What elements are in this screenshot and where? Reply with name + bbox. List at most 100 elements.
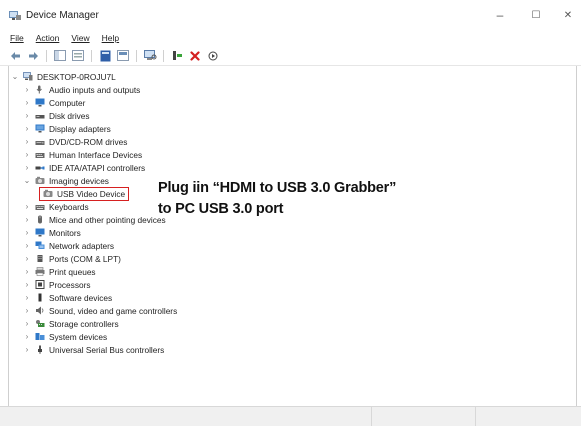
enable-device-button[interactable] [170,49,184,63]
tree-item-keyboards[interactable]: › Keyboards [23,200,89,213]
show-hide-console-tree-icon [54,50,66,61]
tree-item-usb-video-device[interactable]: USB Video Device [38,186,130,201]
tree-item-label: Network adapters [49,240,115,251]
tree-item-label: Software devices [49,292,113,303]
tree-item-ide-controllers[interactable]: › IDE ATA/ATAPI controllers [23,161,146,174]
toolbar-separator [136,49,137,62]
close-button[interactable]: ✕ [556,6,580,24]
menu-view[interactable]: View [71,33,89,43]
status-bar-panel [476,407,581,426]
tree-item-sound-controllers[interactable]: › Sound, video and game controllers [23,304,178,317]
tree-item-software-devices[interactable]: › Software devices [23,291,113,304]
chevron-right-icon[interactable]: › [23,150,31,159]
maximize-icon: ☐ [531,9,541,21]
tree-item-label: Audio inputs and outputs [49,84,141,95]
tree-item-processors[interactable]: › Processors [23,278,91,291]
chevron-right-icon[interactable]: › [23,202,31,211]
software-device-icon [38,293,42,302]
chevron-right-icon[interactable]: › [23,215,31,224]
show-hide-console-tree-button[interactable] [53,49,67,63]
update-driver-button[interactable] [116,49,130,63]
forward-button[interactable] [26,49,40,63]
menu-file[interactable]: File [10,33,24,43]
tree-item-label: System devices [49,331,108,342]
chevron-right-icon[interactable]: › [23,293,31,302]
chevron-right-icon[interactable]: › [23,332,31,341]
back-button[interactable] [8,49,22,63]
toolbar-separator [163,49,164,62]
tree-item-system-devices[interactable]: › System devices [23,330,107,343]
imaging-device-icon [35,176,45,184]
chevron-right-icon[interactable]: › [23,345,31,354]
scan-hardware-button[interactable] [143,49,157,63]
toolbar-separator [46,49,47,62]
chevron-right-icon[interactable]: › [23,163,31,172]
processor-icon [35,280,45,289]
chevron-right-icon[interactable]: › [23,241,31,250]
tree-item-monitors[interactable]: › Monitors [23,226,81,239]
chevron-right-icon[interactable]: › [23,267,31,276]
chevron-right-icon[interactable]: › [23,137,31,146]
forward-arrow-icon [28,51,38,60]
tree-item-mice[interactable]: › Mice and other pointing devices [23,213,166,226]
tree-item-label: Keyboards [49,201,89,212]
chevron-right-icon[interactable]: › [23,319,31,328]
tree-item-dvd-drives[interactable]: › DVD/CD-ROM drives [23,135,128,148]
tree-item-ports[interactable]: › Ports (COM & LPT) [23,252,121,265]
minimize-icon: – [496,8,504,22]
speaker-icon [36,306,44,315]
update-driver-icon [117,50,129,61]
tree-item-display-adapters[interactable]: › Display adapters [23,122,111,135]
disable-device-button[interactable] [206,49,220,63]
hid-icon [35,153,45,158]
tree-item-print-queues[interactable]: › Print queues [23,265,96,278]
tree-root[interactable]: ⌄ DESKTOP-0ROJU7L [11,70,116,83]
chevron-right-icon[interactable]: › [23,280,31,289]
chevron-down-icon[interactable]: ⌄ [23,176,31,185]
device-tree[interactable]: ⌄ DESKTOP-0ROJU7L › Audio inputs and out… [8,66,577,406]
dvd-drive-icon [35,141,45,145]
disable-device-icon [208,51,218,60]
tree-item-audio[interactable]: › Audio inputs and outputs [23,83,141,96]
chevron-right-icon[interactable]: › [23,85,31,94]
close-icon: ✕ [563,9,573,21]
tree-item-imaging-devices[interactable]: ⌄ Imaging devices [23,174,109,187]
monitor-icon [35,98,45,107]
tree-item-human-interface-devices[interactable]: › Human Interface Devices [23,148,143,161]
status-bar [0,406,581,426]
keyboard-icon [35,205,45,210]
tree-item-disk-drives[interactable]: › Disk drives [23,109,90,122]
tree-item-label: Storage controllers [49,318,119,329]
minimize-button[interactable]: – [488,6,512,24]
system-device-icon [35,333,45,340]
disk-drive-icon [35,115,45,119]
tree-item-usb-controllers[interactable]: › Universal Serial Bus controllers [23,343,165,356]
device-manager-window: Device Manager – ☐ ✕ File Action View He… [0,0,581,426]
uninstall-device-button[interactable] [188,49,202,63]
tree-item-computer[interactable]: › Computer [23,96,86,109]
tree-item-network-adapters[interactable]: › Network adapters [23,239,114,252]
tree-item-label: IDE ATA/ATAPI controllers [49,162,146,173]
chevron-right-icon[interactable]: › [23,254,31,263]
chevron-down-icon[interactable]: ⌄ [11,72,19,81]
properties-button[interactable] [98,49,112,63]
toolbar-separator [91,49,92,62]
chevron-right-icon[interactable]: › [23,306,31,315]
chevron-right-icon[interactable]: › [23,98,31,107]
tree-item-label: Ports (COM & LPT) [49,253,121,264]
back-arrow-icon [10,51,20,60]
title-bar: Device Manager – ☐ ✕ [0,0,581,30]
menu-help[interactable]: Help [102,33,119,43]
tree-item-label: Sound, video and game controllers [49,305,178,316]
toolbar [0,46,581,66]
chevron-right-icon[interactable]: › [23,124,31,133]
device-manager-icon [9,11,21,20]
tree-item-label: Universal Serial Bus controllers [49,344,165,355]
selection-highlight[interactable]: USB Video Device [38,186,130,201]
chevron-right-icon[interactable]: › [23,111,31,120]
tree-item-storage-controllers[interactable]: › Storage controllers [23,317,119,330]
menu-action[interactable]: Action [36,33,60,43]
maximize-button[interactable]: ☐ [524,6,548,24]
chevron-right-icon[interactable]: › [23,228,31,237]
help-button[interactable] [71,49,85,63]
